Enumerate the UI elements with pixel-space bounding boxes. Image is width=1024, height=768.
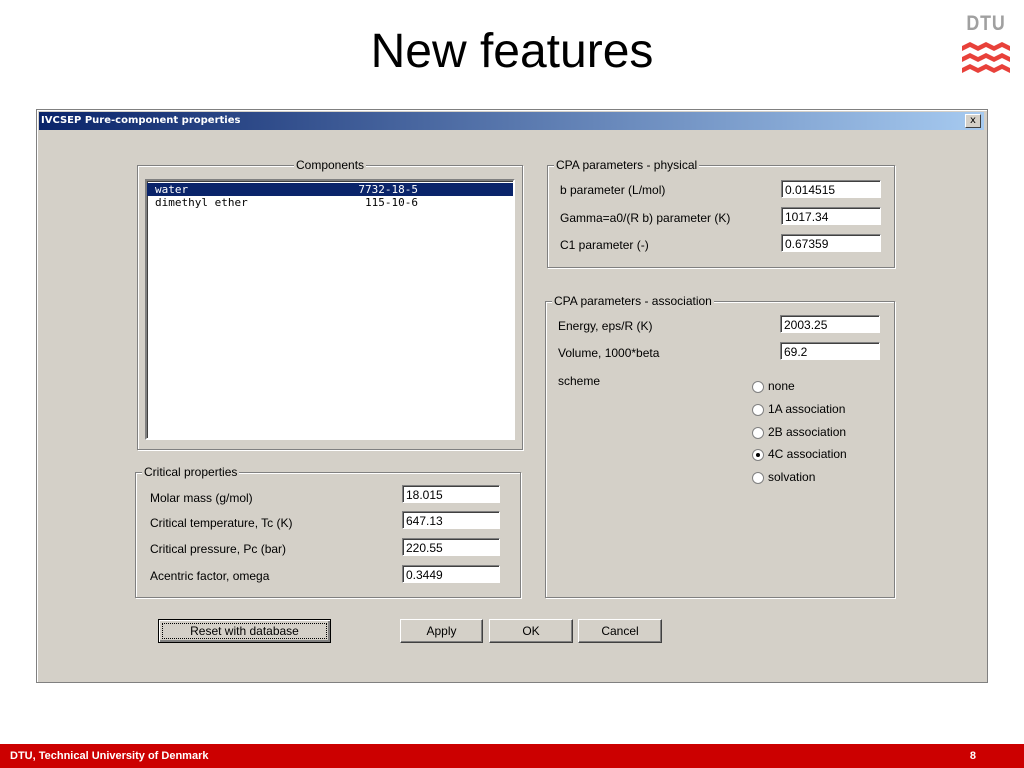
- cpa-physical-group: CPA parameters - physical b parameter (L…: [547, 158, 895, 268]
- c1-parameter-label: C1 parameter (-): [560, 238, 649, 252]
- close-button[interactable]: x: [965, 114, 981, 128]
- dtu-logo-icon: [962, 42, 1010, 73]
- apply-button[interactable]: Apply: [400, 619, 483, 643]
- component-cas: 7732-18-5: [358, 183, 418, 196]
- critical-temperature-label: Critical temperature, Tc (K): [150, 516, 293, 530]
- list-item[interactable]: dimethyl ether 115-10-6: [147, 196, 513, 209]
- scheme-radio-group: none 1A association 2B association 4C as…: [752, 379, 882, 499]
- footer-institution: DTU, Technical University of Denmark: [10, 750, 209, 762]
- b-parameter-label: b parameter (L/mol): [560, 183, 666, 197]
- dialog-window: IVCSEP Pure-component properties x Compo…: [36, 109, 988, 683]
- critical-pressure-field[interactable]: 220.55: [402, 538, 500, 556]
- radio-label: solvation: [768, 470, 816, 484]
- radio-button[interactable]: [752, 427, 764, 439]
- slide-footer: DTU, Technical University of Denmark 8: [0, 744, 1024, 768]
- components-group-label: Components: [294, 158, 367, 172]
- radio-button[interactable]: [752, 404, 764, 416]
- cancel-button[interactable]: Cancel: [578, 619, 662, 643]
- radio-button[interactable]: [752, 449, 764, 461]
- gamma-parameter-label: Gamma=a0/(R b) parameter (K): [560, 211, 731, 225]
- cpa-physical-group-label: CPA parameters - physical: [554, 158, 700, 172]
- molar-mass-label: Molar mass (g/mol): [150, 491, 253, 505]
- dtu-logo-text: DTU: [966, 12, 1006, 35]
- molar-mass-field[interactable]: 18.015: [402, 485, 500, 503]
- critical-temperature-field[interactable]: 647.13: [402, 511, 500, 529]
- critical-pressure-label: Critical pressure, Pc (bar): [150, 542, 287, 556]
- cpa-association-group: CPA parameters - association Energy, eps…: [545, 294, 895, 598]
- critical-properties-group-label: Critical properties: [142, 465, 240, 479]
- volume-label: Volume, 1000*beta: [558, 346, 660, 360]
- dialog-titlebar[interactable]: IVCSEP Pure-component properties x: [39, 112, 984, 130]
- acentric-factor-label: Acentric factor, omega: [150, 569, 270, 583]
- page-number: 8: [969, 750, 976, 762]
- dtu-logo: DTU: [960, 12, 1012, 82]
- radio-label: 1A association: [768, 402, 846, 416]
- energy-field[interactable]: 2003.25: [780, 315, 880, 333]
- slide-title: New features: [370, 25, 654, 78]
- list-item[interactable]: water 7732-18-5: [147, 183, 513, 196]
- ok-button-label: OK: [522, 624, 540, 638]
- close-icon: x: [970, 115, 976, 126]
- volume-field[interactable]: 69.2: [780, 342, 880, 360]
- radio-button[interactable]: [752, 472, 764, 484]
- radio-label: 2B association: [768, 425, 847, 439]
- component-name: dimethyl ether: [155, 196, 248, 209]
- gamma-parameter-field[interactable]: 1017.34: [781, 207, 881, 225]
- focus-rect: [162, 623, 327, 639]
- radio-label: 4C association: [768, 447, 847, 461]
- apply-button-label: Apply: [426, 624, 457, 638]
- reset-with-database-button[interactable]: Reset with database: [158, 619, 331, 643]
- cpa-association-group-label: CPA parameters - association: [552, 294, 714, 308]
- scheme-label: scheme: [558, 374, 601, 388]
- radio-label: none: [768, 379, 795, 393]
- dialog-title: IVCSEP Pure-component properties: [41, 115, 241, 126]
- components-group: Components water 7732-18-5 dimethyl ethe…: [137, 158, 523, 450]
- b-parameter-field[interactable]: 0.014515: [781, 180, 881, 198]
- ok-button[interactable]: OK: [489, 619, 573, 643]
- component-name: water: [155, 183, 189, 196]
- components-listbox[interactable]: water 7732-18-5 dimethyl ether 115-10-6: [145, 179, 515, 440]
- c1-parameter-field[interactable]: 0.67359: [781, 234, 881, 252]
- acentric-factor-field[interactable]: 0.3449: [402, 565, 500, 583]
- critical-properties-group: Critical properties Molar mass (g/mol) 1…: [135, 465, 521, 598]
- radio-button[interactable]: [752, 381, 764, 393]
- cancel-button-label: Cancel: [601, 624, 639, 638]
- energy-label: Energy, eps/R (K): [558, 319, 653, 333]
- component-cas: 115-10-6: [365, 196, 418, 209]
